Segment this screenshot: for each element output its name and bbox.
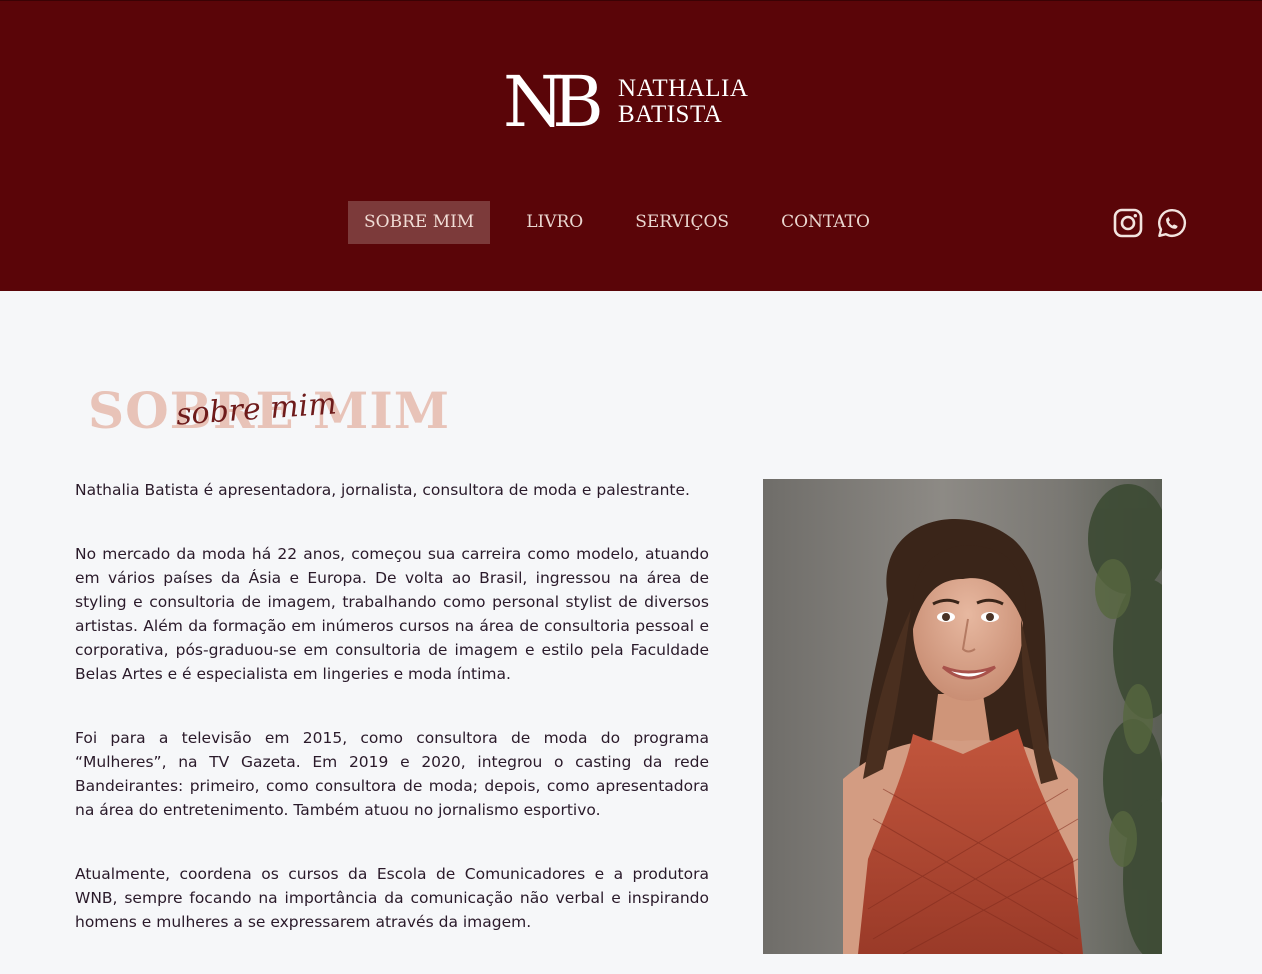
brand-logo[interactable]: NB NATHALIA BATISTA	[503, 67, 763, 137]
bio-paragraph: Atualmente, coordena os cursos da Escola…	[75, 865, 709, 931]
site-header: NB NATHALIA BATISTA SOBRE MIM LIVRO SERV…	[0, 0, 1262, 291]
main-nav: SOBRE MIM LIVRO SERVIÇOS CONTATO	[348, 201, 906, 244]
logo-name-line2: BATISTA	[618, 101, 723, 128]
portrait-photo	[763, 479, 1162, 954]
bio-paragraph: No mercado da moda há 22 anos, começou s…	[75, 545, 709, 683]
bio-paragraph: Foi para a televisão em 2015, como consu…	[75, 729, 709, 819]
bio-text: Nathalia Batista é apresentadora, jornal…	[75, 478, 709, 974]
logo-monogram: NB	[503, 61, 604, 143]
section-title: SOBRE MIM sobre mim	[88, 376, 488, 446]
logo-name: NATHALIA BATISTA	[618, 76, 748, 128]
nav-item-servicos[interactable]: SERVIÇOS	[619, 201, 745, 244]
nav-item-contato[interactable]: CONTATO	[765, 201, 886, 244]
social-links	[1112, 207, 1188, 239]
nav-item-sobre-mim[interactable]: SOBRE MIM	[348, 201, 491, 244]
logo-name-line1: NATHALIA	[618, 75, 749, 102]
nav-item-livro[interactable]: LIVRO	[510, 201, 599, 244]
instagram-icon[interactable]	[1112, 207, 1144, 239]
bio-paragraph: Nathalia Batista é apresentadora, jornal…	[75, 481, 690, 499]
whatsapp-icon[interactable]	[1156, 207, 1188, 239]
